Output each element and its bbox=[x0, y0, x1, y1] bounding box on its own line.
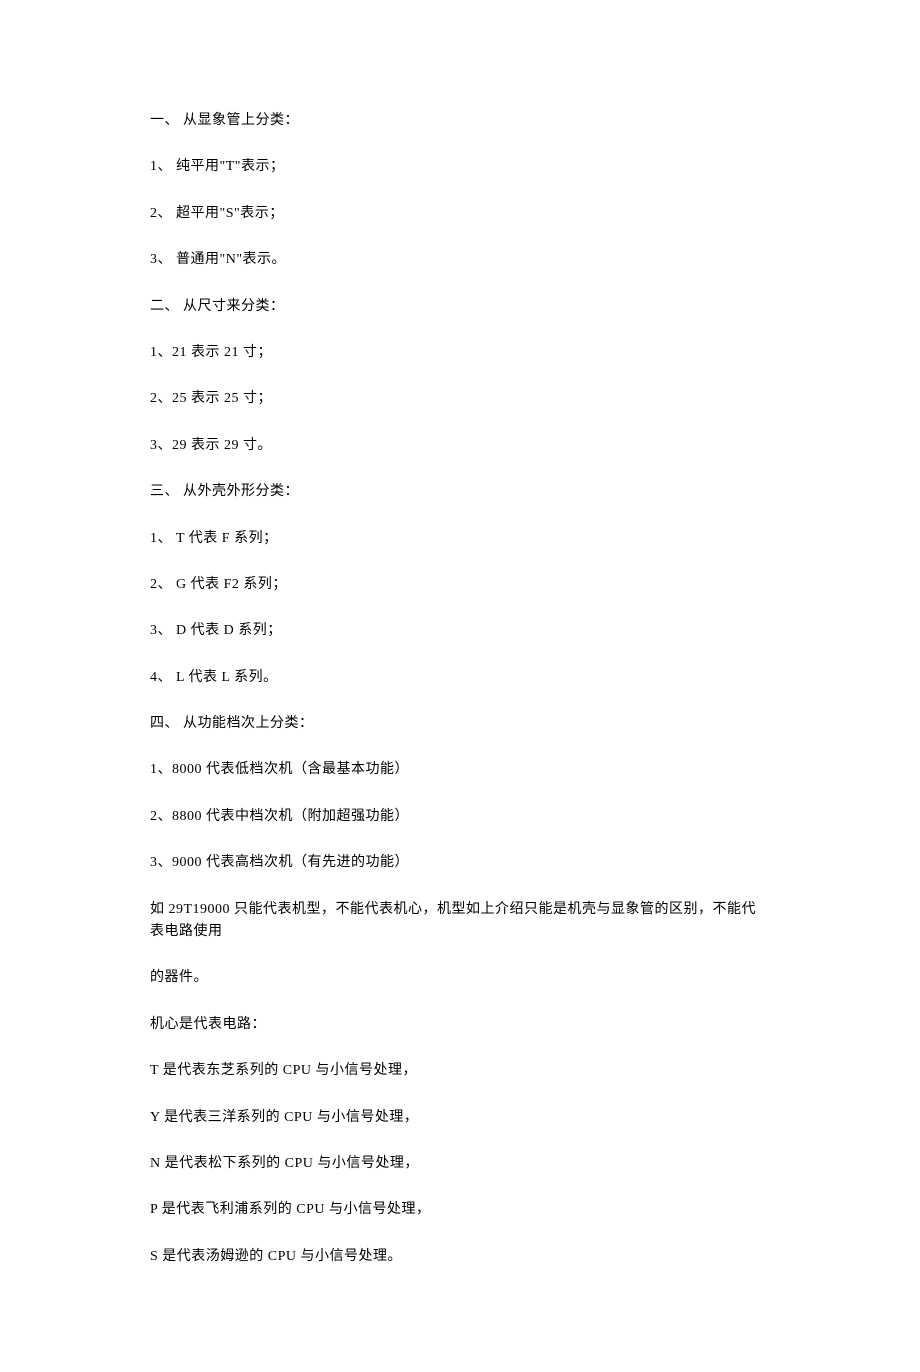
text-line: 2、25 表示 25 寸； bbox=[150, 388, 770, 410]
text-line: 2、 G 代表 F2 系列； bbox=[150, 574, 770, 596]
text-line: 二、 从尺寸来分类： bbox=[150, 296, 770, 318]
text-line: 1、 纯平用"T"表示； bbox=[150, 156, 770, 178]
text-line: Y 是代表三洋系列的 CPU 与小信号处理， bbox=[150, 1107, 770, 1129]
text-line: 一、 从显象管上分类： bbox=[150, 110, 770, 132]
text-line: 如 29T19000 只能代表机型，不能代表机心，机型如上介绍只能是机壳与显象管… bbox=[150, 899, 770, 944]
text-line: P 是代表飞利浦系列的 CPU 与小信号处理， bbox=[150, 1199, 770, 1221]
text-line: N 是代表松下系列的 CPU 与小信号处理， bbox=[150, 1153, 770, 1175]
text-line: 三、 从外壳外形分类： bbox=[150, 481, 770, 503]
text-line: 2、8800 代表中档次机（附加超强功能） bbox=[150, 806, 770, 828]
text-line: T 是代表东芝系列的 CPU 与小信号处理， bbox=[150, 1060, 770, 1082]
text-line: 2、 超平用"S"表示； bbox=[150, 203, 770, 225]
text-line: 3、29 表示 29 寸。 bbox=[150, 435, 770, 457]
text-line: 3、 D 代表 D 系列； bbox=[150, 620, 770, 642]
text-line: 1、21 表示 21 寸； bbox=[150, 342, 770, 364]
text-line: 3、9000 代表高档次机（有先进的功能） bbox=[150, 852, 770, 874]
text-line: 的器件。 bbox=[150, 967, 770, 989]
text-line: 1、 T 代表 F 系列； bbox=[150, 528, 770, 550]
text-line: S 是代表汤姆逊的 CPU 与小信号处理。 bbox=[150, 1246, 770, 1268]
text-line: 4、 L 代表 L 系列。 bbox=[150, 667, 770, 689]
text-line: 3、 普通用"N"表示。 bbox=[150, 249, 770, 271]
document-page: 一、 从显象管上分类： 1、 纯平用"T"表示； 2、 超平用"S"表示； 3、… bbox=[0, 0, 920, 1372]
text-line: 四、 从功能档次上分类： bbox=[150, 713, 770, 735]
text-line: 1、8000 代表低档次机（含最基本功能） bbox=[150, 759, 770, 781]
text-line: 机心是代表电路： bbox=[150, 1014, 770, 1036]
